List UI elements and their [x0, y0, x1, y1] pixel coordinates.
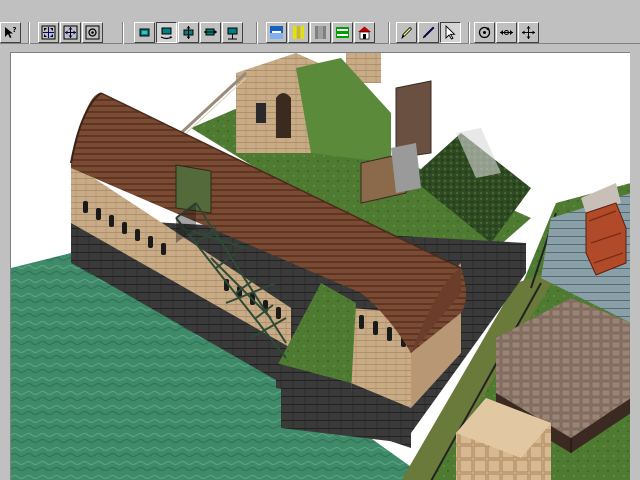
toolbar-group-render	[266, 22, 375, 44]
scene-render	[11, 53, 630, 480]
arrow-pointer-icon	[445, 25, 456, 40]
house-button[interactable]	[354, 22, 375, 43]
texture-green-icon	[336, 27, 349, 38]
arrow-pointer-button[interactable]	[440, 22, 461, 43]
toolbar-separator	[468, 22, 470, 44]
red-crate	[585, 202, 627, 276]
move-4way-button[interactable]	[518, 22, 539, 43]
toolbar-group-mode	[134, 22, 243, 44]
zoom-extents-button[interactable]	[38, 22, 59, 43]
brush-icon	[422, 26, 435, 39]
toolbar-group-tools	[396, 22, 461, 44]
toolbar-separator	[122, 22, 124, 44]
house-icon	[358, 26, 371, 40]
move-xy-icon	[183, 26, 194, 39]
help-button[interactable]: ?	[0, 22, 21, 43]
camera-view-button[interactable]	[82, 22, 103, 43]
pan-icon	[500, 30, 513, 35]
crate-cover	[391, 143, 421, 193]
select-rotate-icon	[160, 27, 173, 40]
pencil-icon	[401, 26, 413, 40]
pencil-button[interactable]	[396, 22, 417, 43]
svg-text:?: ?	[13, 26, 17, 34]
toolbar-group-help: ?	[0, 22, 21, 44]
3d-viewport[interactable]	[10, 52, 630, 480]
texture-green-button[interactable]	[332, 22, 353, 43]
texture-yellow-button[interactable]	[288, 22, 309, 43]
chapel-window	[256, 103, 266, 123]
move-z-icon	[227, 27, 238, 40]
brush-button[interactable]	[418, 22, 439, 43]
orbit-icon	[478, 26, 491, 39]
select-object-icon	[139, 28, 150, 37]
move-z-button[interactable]	[222, 22, 243, 43]
sky-icon	[270, 26, 283, 39]
toolbar: ?	[0, 0, 640, 44]
pan-button[interactable]	[496, 22, 517, 43]
toolbar-group-view	[38, 22, 103, 44]
camera-icon	[85, 25, 100, 40]
toolbar-row: ?	[0, 20, 640, 44]
toolbar-separator	[388, 22, 390, 44]
toolbar-group-navigate	[474, 22, 539, 44]
viewport-frame	[0, 44, 640, 480]
texture-gray-icon	[315, 26, 326, 39]
select-object-button[interactable]	[134, 22, 155, 43]
sky-button[interactable]	[266, 22, 287, 43]
zoom-all-button[interactable]	[60, 22, 81, 43]
texture-gray-button[interactable]	[310, 22, 331, 43]
toolbar-separator	[256, 22, 258, 44]
zoom-extents-icon	[41, 25, 56, 40]
texture-yellow-icon	[293, 26, 304, 39]
move-4way-icon	[522, 26, 535, 39]
move-xy-button[interactable]	[178, 22, 199, 43]
chapel-door	[276, 93, 291, 138]
zoom-all-icon	[63, 25, 78, 40]
scale-button[interactable]	[200, 22, 221, 43]
orbit-button[interactable]	[474, 22, 495, 43]
select-rotate-button[interactable]	[156, 22, 177, 43]
help-pointer-icon: ?	[5, 26, 17, 38]
scale-icon	[204, 28, 217, 36]
toolbar-separator	[28, 22, 30, 44]
